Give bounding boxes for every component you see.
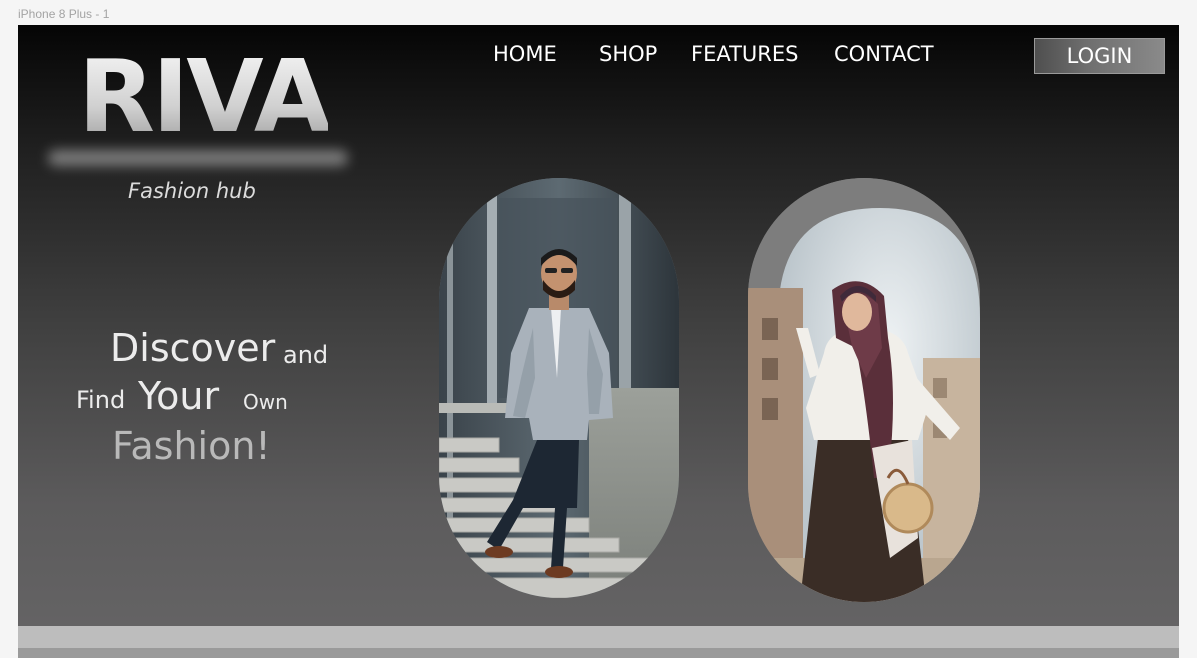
nav-shop-link[interactable]: SHOP (599, 42, 657, 66)
page-frame: RIVA Fashion hub HOME SHOP FEATURES CONT… (18, 25, 1179, 658)
headline-find: Find (76, 386, 126, 414)
login-button[interactable]: LOGIN (1034, 38, 1165, 74)
brand-logo-shadow (48, 150, 348, 166)
headline-own: Own (243, 390, 288, 414)
model-photo-man (439, 178, 679, 598)
next-section-top (18, 648, 1179, 658)
headline-your: Your (138, 374, 220, 418)
artboard-label: iPhone 8 Plus - 1 (18, 7, 110, 21)
man-photo-illustration (439, 178, 679, 598)
brand-tagline: Fashion hub (128, 179, 256, 203)
section-divider (18, 626, 1179, 648)
headline-fashion: Fashion! (112, 424, 271, 468)
headline-and: and (283, 341, 329, 369)
nav-contact-link[interactable]: CONTACT (834, 42, 934, 66)
nav-features-link[interactable]: FEATURES (691, 42, 798, 66)
brand-logo[interactable]: RIVA (78, 47, 331, 147)
hero-section: RIVA Fashion hub HOME SHOP FEATURES CONT… (18, 25, 1179, 626)
headline-discover: Discover (110, 326, 276, 370)
model-photo-woman (748, 178, 980, 602)
nav-home-link[interactable]: HOME (493, 42, 557, 66)
woman-photo-illustration (748, 178, 980, 602)
